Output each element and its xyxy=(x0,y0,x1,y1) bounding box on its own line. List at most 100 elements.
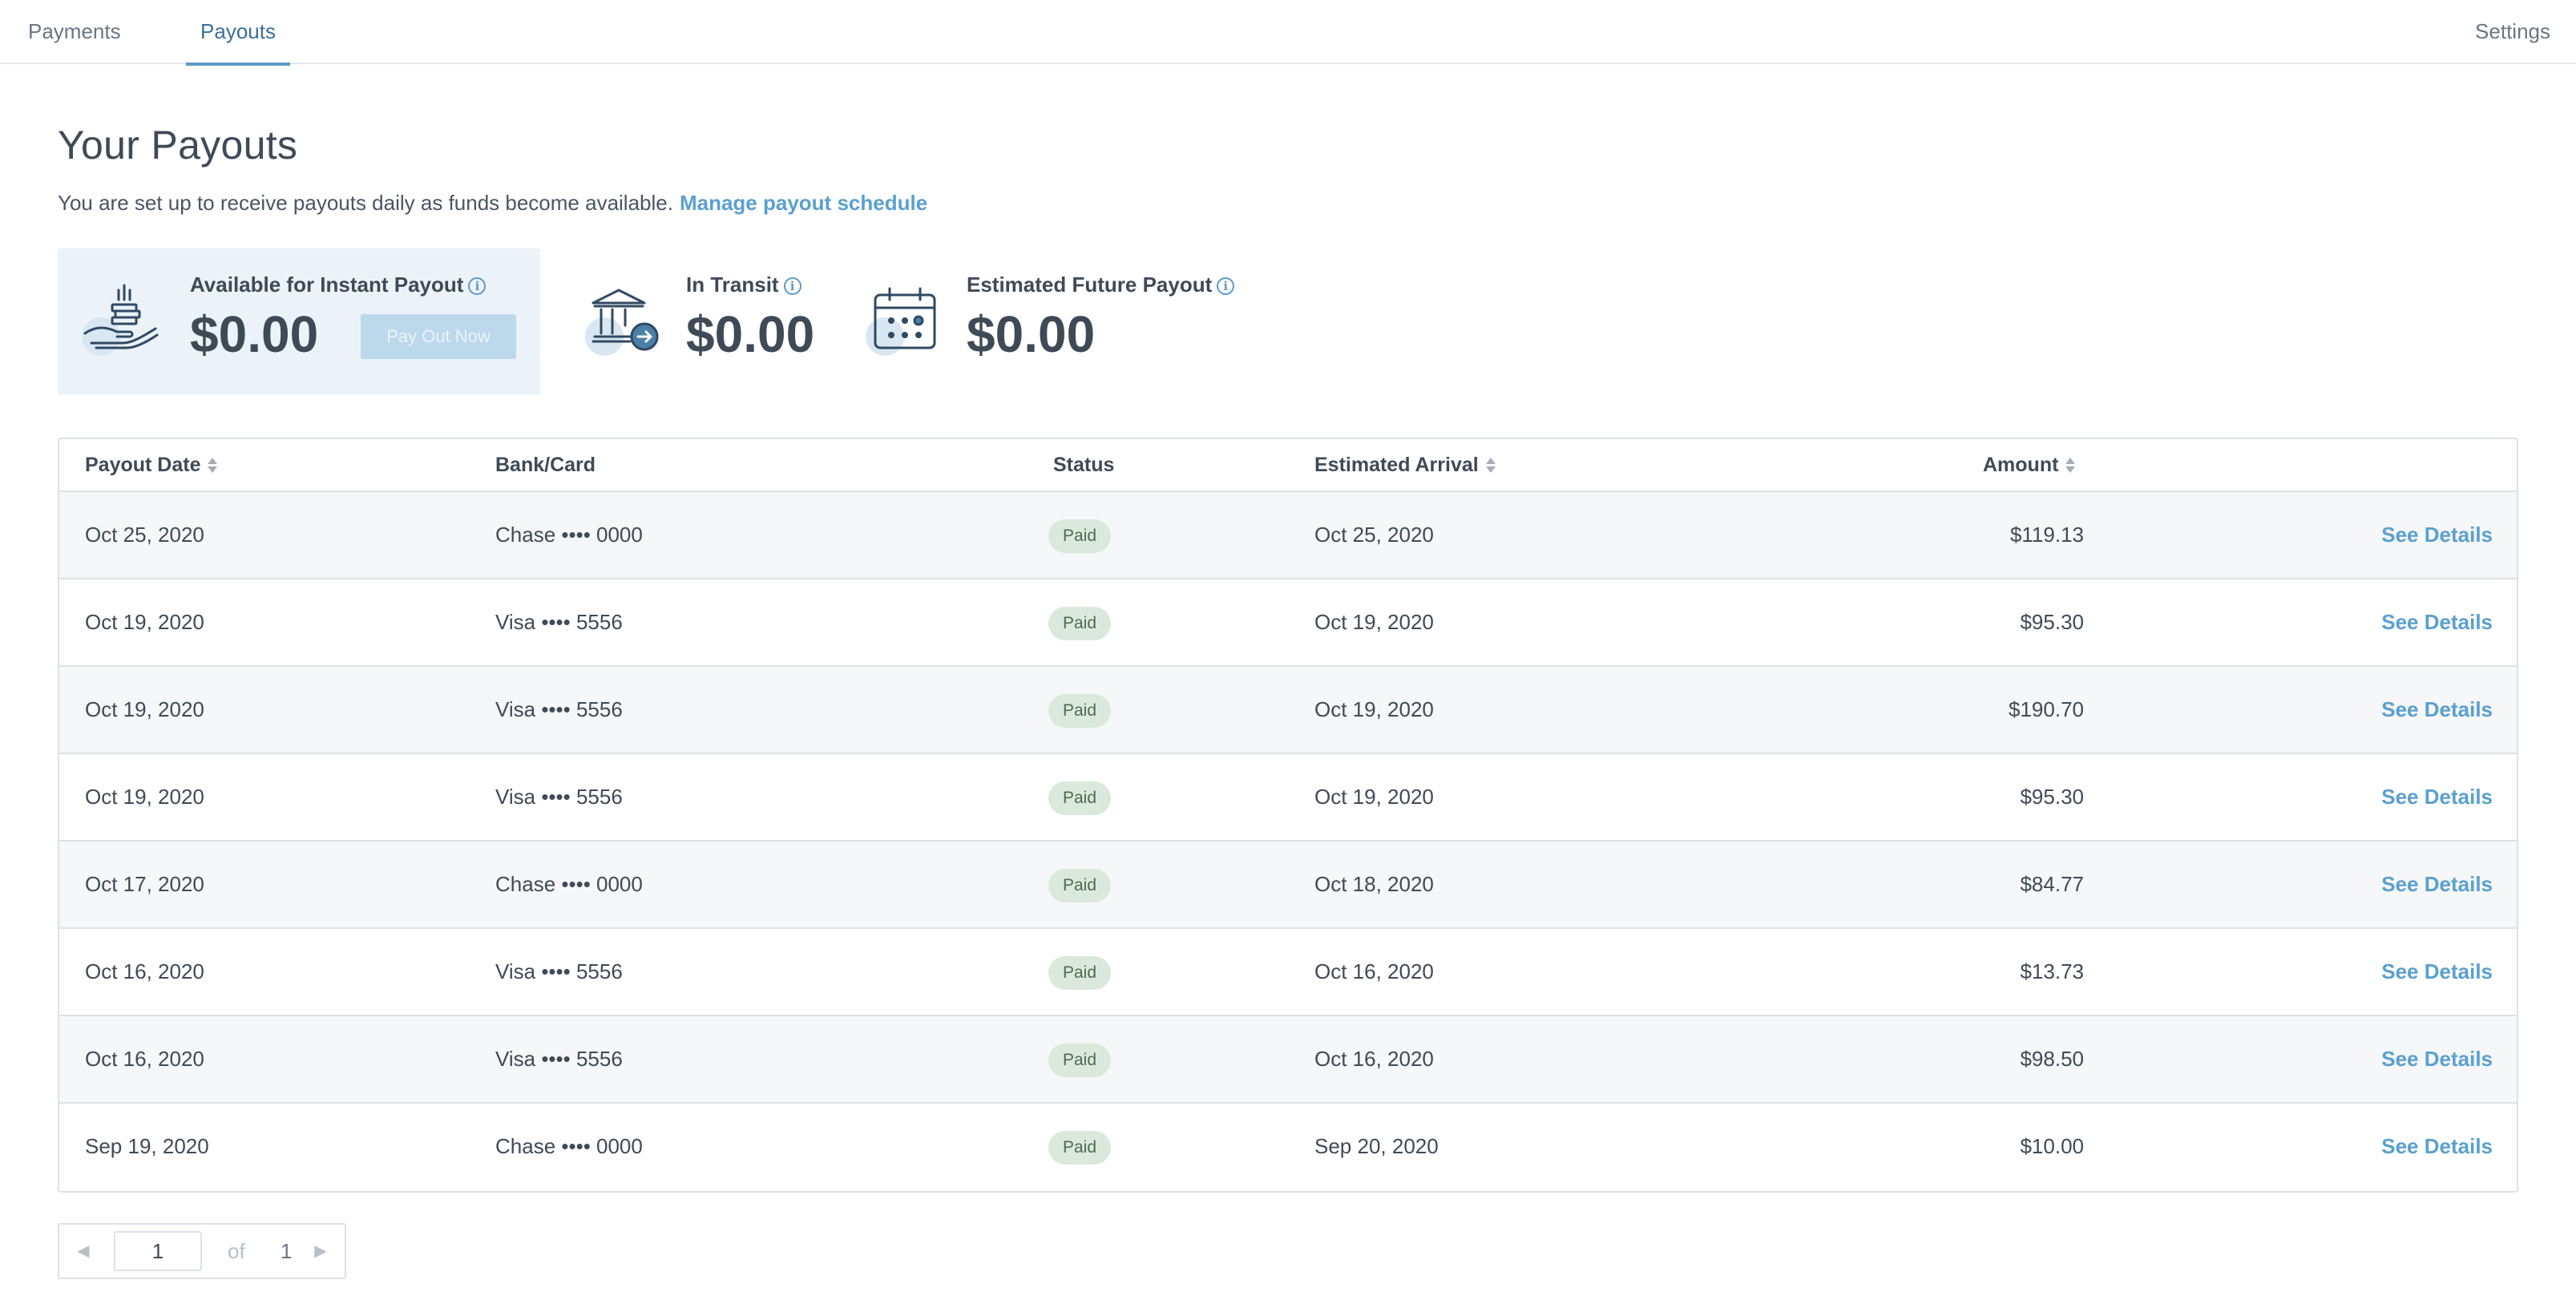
arrival-cell: Sep 20, 2020 xyxy=(1314,1134,1439,1158)
bank-transfer-icon xyxy=(583,277,667,361)
status-cell: Paid xyxy=(1048,754,1112,840)
future-payout-label: Estimated Future Payout i xyxy=(967,273,1235,297)
future-payout-label-text: Estimated Future Payout xyxy=(967,273,1213,297)
table-row: Oct 16, 2020 Visa •••• 5556 Paid Oct 16, 20… xyxy=(59,929,2517,1016)
see-details-link[interactable]: See Details xyxy=(2381,579,2493,665)
status-cell: Paid xyxy=(1048,579,1112,665)
arrival-cell: Oct 19, 2020 xyxy=(1314,785,1434,809)
sort-icon[interactable] xyxy=(1485,457,1496,474)
bank-card-cell: Chase •••• 0000 xyxy=(495,1134,643,1158)
bank-card-cell: Chase •••• 0000 xyxy=(495,523,643,547)
column-label: Amount xyxy=(1983,454,2059,476)
arrival-cell: Oct 16, 2020 xyxy=(1314,959,1434,983)
amount-cell: $190.70 xyxy=(2009,697,2084,721)
bank-card-cell: Visa •••• 5556 xyxy=(495,785,623,809)
status-cell: Paid xyxy=(1048,929,1112,1015)
schedule-description: You are set up to receive payouts daily … xyxy=(58,191,673,215)
status-badge: Paid xyxy=(1048,1044,1112,1078)
status-badge: Paid xyxy=(1048,694,1112,729)
page-of-label: of xyxy=(228,1239,245,1263)
table-row: Sep 19, 2020 Chase •••• 0000 Paid Sep 20, 2… xyxy=(59,1104,2517,1191)
see-details-link[interactable]: See Details xyxy=(2381,754,2493,840)
status-cell: Paid xyxy=(1048,492,1112,578)
column-estimated-arrival[interactable]: Estimated Arrival xyxy=(1314,439,1496,491)
status-badge: Paid xyxy=(1048,956,1112,991)
arrival-cell: Oct 16, 2020 xyxy=(1314,1047,1434,1071)
status-badge: Paid xyxy=(1048,607,1112,641)
info-icon[interactable]: i xyxy=(783,277,801,295)
info-icon[interactable]: i xyxy=(1217,277,1235,295)
tab-payments[interactable]: Payments xyxy=(28,0,121,64)
status-cell: Paid xyxy=(1048,1016,1112,1102)
bank-card-cell: Visa •••• 5556 xyxy=(495,1047,623,1071)
table-row: Oct 16, 2020 Visa •••• 5556 Paid Oct 16, 20… xyxy=(59,1016,2517,1104)
info-icon[interactable]: i xyxy=(468,277,487,295)
column-bank-card: Bank/Card xyxy=(495,454,596,476)
bank-card-cell: Visa •••• 5556 xyxy=(495,610,623,634)
page-number-input[interactable] xyxy=(114,1231,202,1271)
bank-card-cell: Chase •••• 0000 xyxy=(495,872,643,896)
bank-card-cell: Visa •••• 5556 xyxy=(495,959,623,983)
column-status: Status xyxy=(1053,454,1115,476)
settings-link[interactable]: Settings xyxy=(2475,0,2550,64)
amount-cell: $95.30 xyxy=(2020,785,2084,809)
instant-payout-amount: $0.00 xyxy=(190,305,319,363)
amount-cell: $95.30 xyxy=(2020,610,2084,634)
arrival-cell: Oct 25, 2020 xyxy=(1314,523,1434,547)
in-transit-amount: $0.00 xyxy=(686,305,815,363)
column-payout-date[interactable]: Payout Date xyxy=(85,439,218,491)
page-total: 1 xyxy=(281,1239,293,1263)
page-title: Your Payouts xyxy=(58,123,298,168)
instant-payout-label-text: Available for Instant Payout xyxy=(190,273,464,297)
sort-icon[interactable] xyxy=(2065,457,2076,474)
in-transit-label-text: In Transit xyxy=(686,273,779,297)
see-details-link[interactable]: See Details xyxy=(2381,842,2493,927)
top-nav: Payments Payouts Settings xyxy=(0,0,2576,66)
amount-cell: $84.77 xyxy=(2020,872,2084,896)
status-cell: Paid xyxy=(1048,842,1112,927)
arrival-cell: Oct 19, 2020 xyxy=(1314,610,1434,634)
see-details-link[interactable]: See Details xyxy=(2381,492,2493,578)
status-cell: Paid xyxy=(1048,667,1112,753)
see-details-link[interactable]: See Details xyxy=(2381,667,2493,753)
table-row: Oct 19, 2020 Visa •••• 5556 Paid Oct 19, 20… xyxy=(59,754,2517,842)
bank-card-cell: Visa •••• 5556 xyxy=(495,697,623,721)
payout-date-cell: Oct 19, 2020 xyxy=(85,785,204,809)
table-row: Oct 25, 2020 Chase •••• 0000 Paid Oct 25, 2… xyxy=(59,492,2517,579)
payout-date-cell: Oct 19, 2020 xyxy=(85,610,204,634)
column-label: Payout Date xyxy=(85,454,201,476)
next-page-icon[interactable]: ▶ xyxy=(305,1225,337,1278)
arrival-cell: Oct 18, 2020 xyxy=(1314,872,1434,896)
prev-page-icon[interactable]: ◀ xyxy=(67,1225,99,1278)
table-row: Oct 19, 2020 Visa •••• 5556 Paid Oct 19, 20… xyxy=(59,579,2517,667)
amount-cell: $13.73 xyxy=(2020,959,2084,983)
amount-cell: $119.13 xyxy=(2009,523,2084,547)
payout-date-cell: Oct 25, 2020 xyxy=(85,523,204,547)
status-cell: Paid xyxy=(1048,1104,1112,1189)
manage-schedule-link[interactable]: Manage payout schedule xyxy=(680,191,927,215)
column-amount[interactable]: Amount xyxy=(1983,439,2076,491)
status-badge: Paid xyxy=(1048,519,1112,554)
table-row: Oct 17, 2020 Chase •••• 0000 Paid Oct 18, 2… xyxy=(59,842,2517,929)
status-badge: Paid xyxy=(1048,781,1112,816)
payout-schedule-text: You are set up to receive payouts daily … xyxy=(58,191,927,216)
future-payout-amount: $0.00 xyxy=(967,305,1096,363)
instant-payout-label: Available for Instant Payout i xyxy=(190,273,487,297)
payout-date-cell: Oct 17, 2020 xyxy=(85,872,204,896)
table-row: Oct 19, 2020 Visa •••• 5556 Paid Oct 19, 20… xyxy=(59,667,2517,754)
table-header: Payout Date Bank/Card Status Estimated A… xyxy=(59,439,2517,492)
see-details-link[interactable]: See Details xyxy=(2381,1104,2493,1189)
hand-coins-icon xyxy=(80,277,164,361)
in-transit-label: In Transit i xyxy=(686,273,801,297)
instant-payout-card: Available for Instant Payout i $0.00 Pay … xyxy=(58,248,540,394)
status-badge: Paid xyxy=(1048,869,1112,903)
tab-payouts[interactable]: Payouts xyxy=(186,0,290,66)
amount-cell: $10.00 xyxy=(2020,1134,2084,1158)
pay-out-now-button[interactable]: Pay Out Now xyxy=(361,314,516,359)
pagination: ◀ of 1 ▶ xyxy=(58,1223,346,1279)
see-details-link[interactable]: See Details xyxy=(2381,929,2493,1015)
see-details-link[interactable]: See Details xyxy=(2381,1016,2493,1102)
payout-date-cell: Sep 19, 2020 xyxy=(85,1134,209,1158)
sort-icon[interactable] xyxy=(207,457,218,474)
payout-date-cell: Oct 16, 2020 xyxy=(85,1047,204,1071)
